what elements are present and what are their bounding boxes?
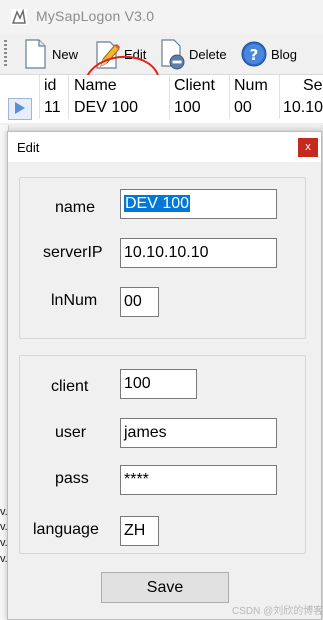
toolbar-grip-icon[interactable] <box>4 40 7 68</box>
lnnum-label: lnNum <box>51 292 98 309</box>
column-header-name[interactable]: Name <box>74 75 117 97</box>
blog-button-label: Blog <box>271 46 298 62</box>
close-button[interactable]: x <box>298 138 318 157</box>
new-document-icon <box>25 39 46 69</box>
column-header-num[interactable]: Num <box>234 75 268 97</box>
delete-button-label: Delete <box>189 46 227 62</box>
help-question-icon: ? <box>241 41 267 67</box>
dialog-titlebar[interactable]: Edit x <box>8 132 321 162</box>
blog-button[interactable]: ? Blog <box>240 37 297 71</box>
column-header-server[interactable]: Se <box>303 75 323 97</box>
lnnum-input[interactable]: 00 <box>120 287 159 317</box>
save-button[interactable]: Save <box>101 572 229 603</box>
table-row[interactable]: 11 DEV 100 100 00 10.10 <box>0 97 323 120</box>
svg-text:?: ? <box>250 46 259 64</box>
language-label: language <box>33 521 99 538</box>
app-title: MySapLogon V3.0 <box>36 8 155 24</box>
edit-button[interactable]: Edit <box>93 37 146 71</box>
edit-button-label: Edit <box>124 46 147 62</box>
delete-button[interactable]: Delete <box>158 37 227 71</box>
column-header-client[interactable]: Client <box>174 75 215 97</box>
cell-client: 100 <box>174 99 201 116</box>
language-input[interactable]: ZH <box>120 516 159 546</box>
grid-header: id Name Client Num Se <box>0 75 323 97</box>
watermark: CSDN @刘欣的博客 <box>232 606 323 617</box>
client-label: client <box>51 378 89 395</box>
toolbar: New Edit Delete ? Blog <box>0 34 323 114</box>
connection-grid[interactable]: id Name Client Num Se 11 DEV 100 100 00 … <box>0 75 323 123</box>
serverip-input[interactable]: 10.10.10.10 <box>120 238 277 268</box>
cell-id: 11 <box>44 99 61 116</box>
cell-num: 00 <box>234 99 252 116</box>
name-input[interactable]: DEV 100 <box>120 189 277 219</box>
cell-server: 10.10 <box>283 99 323 116</box>
edit-dialog: Edit x name DEV 100 serverIP 10.10.10.10… <box>7 131 322 620</box>
client-input[interactable]: 100 <box>120 369 197 399</box>
app-logo-icon <box>11 9 27 25</box>
current-row-arrow-icon <box>15 102 25 114</box>
cell-name: DEV 100 <box>74 99 139 116</box>
name-input-value: DEV 100 <box>124 195 191 212</box>
user-input[interactable]: james <box>120 418 277 448</box>
pass-label: pass <box>55 470 89 487</box>
column-header-id[interactable]: id <box>44 75 56 97</box>
edit-pencil-icon <box>96 41 120 69</box>
dialog-title: Edit <box>17 140 40 155</box>
name-label: name <box>55 199 96 216</box>
row-selector[interactable] <box>8 98 32 120</box>
user-label: user <box>55 424 87 441</box>
new-button-label: New <box>52 46 79 62</box>
new-button[interactable]: New <box>21 37 78 71</box>
main-titlebar: MySapLogon V3.0 <box>0 0 323 34</box>
password-input[interactable]: **** <box>120 465 277 495</box>
serverip-label: serverIP <box>43 244 103 261</box>
delete-document-icon <box>161 39 185 70</box>
